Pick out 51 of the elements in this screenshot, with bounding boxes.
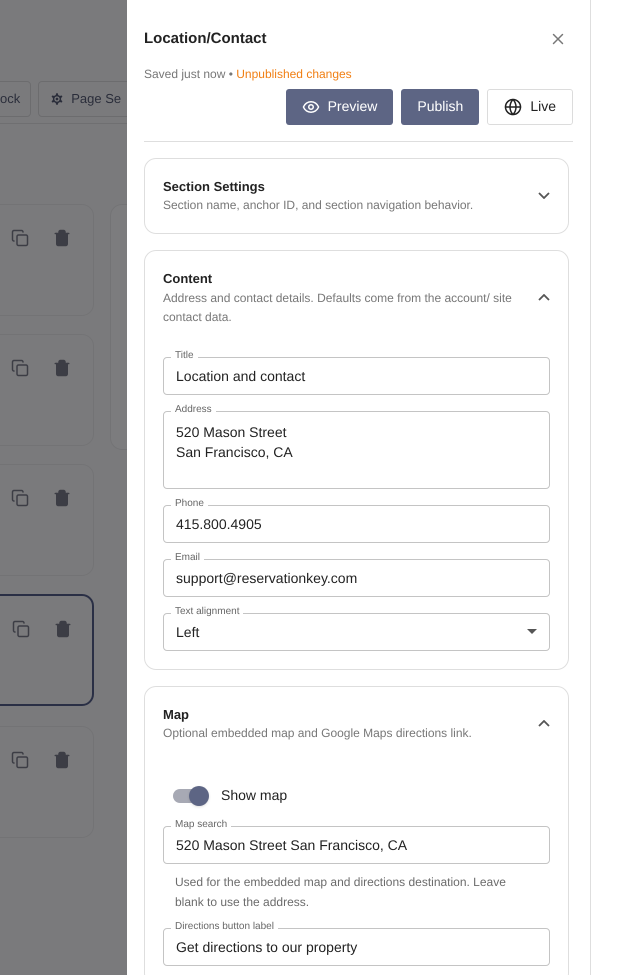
copy-icon[interactable] bbox=[11, 229, 29, 247]
section-description: Section name, anchor ID, and section navigation behavior. bbox=[163, 197, 474, 214]
trash-icon[interactable] bbox=[53, 751, 71, 769]
field-value: Location and contact bbox=[176, 366, 306, 386]
field-value: 415.800.4905 bbox=[176, 514, 263, 534]
dropdown-arrow-icon bbox=[527, 629, 537, 634]
section-header[interactable]: Content Address and contact details. Defaults come from the account/ site contact data. bbox=[163, 269, 550, 326]
gear-icon bbox=[49, 91, 66, 107]
chevron-down-icon bbox=[538, 192, 550, 200]
field-label: Map search bbox=[171, 818, 232, 832]
section-title: Content bbox=[163, 270, 214, 288]
field-value: 520 Mason Street San Francisco, CA bbox=[176, 836, 408, 855]
section-title: Section Settings bbox=[163, 178, 266, 196]
trash-icon[interactable] bbox=[53, 229, 71, 247]
input-field[interactable]: 520 Mason Street San Francisco, CA bbox=[163, 410, 550, 488]
trash-icon[interactable] bbox=[53, 489, 71, 507]
chevron-up-icon bbox=[538, 294, 550, 302]
show-map-switch[interactable] bbox=[171, 786, 209, 806]
copy-icon[interactable] bbox=[11, 751, 29, 769]
section-description: Optional embedded map and Google Maps directions link. bbox=[163, 725, 472, 742]
save-status: Saved just now • Unpublished changes bbox=[144, 66, 353, 82]
live-button[interactable]: Live bbox=[487, 88, 573, 124]
field-value: 520 Mason Street San Francisco, CA bbox=[176, 422, 294, 462]
field-value: support@reservationkey.com bbox=[176, 568, 358, 588]
publish-button[interactable]: Publish bbox=[401, 88, 480, 124]
copy-icon[interactable] bbox=[12, 620, 30, 638]
trash-icon[interactable] bbox=[54, 620, 72, 638]
block-card[interactable] bbox=[0, 594, 94, 706]
trash-icon[interactable] bbox=[53, 359, 71, 377]
section-description: Address and contact details. Defaults come from the account/ site contact data. bbox=[163, 290, 513, 326]
input-field[interactable]: 415.800.4905 bbox=[163, 504, 550, 542]
copy-icon[interactable] bbox=[11, 489, 29, 507]
helper-text: Used for the embedded map and directions destination. Leave blank to use the address. bbox=[174, 874, 507, 911]
globe-icon bbox=[504, 98, 522, 116]
section-header[interactable]: Section Settings Section name, anchor ID, and section navigation behavior. bbox=[163, 176, 550, 215]
field-value: Get directions to our property bbox=[176, 938, 358, 957]
field-label: Text alignment bbox=[171, 604, 244, 618]
block-card[interactable] bbox=[0, 204, 94, 316]
copy-icon[interactable] bbox=[11, 359, 29, 377]
preview-button[interactable]: Preview bbox=[286, 88, 394, 124]
field-value: Left bbox=[176, 622, 200, 642]
input-field[interactable]: support@reservationkey.com bbox=[163, 558, 550, 596]
block-card[interactable] bbox=[0, 334, 94, 446]
block-card[interactable] bbox=[0, 464, 94, 576]
block-card[interactable] bbox=[0, 726, 94, 838]
chevron-up-icon bbox=[538, 720, 550, 728]
section-header[interactable]: Map Optional embedded map and Google Maps directions link. bbox=[163, 704, 550, 743]
section-title: Map bbox=[163, 706, 190, 724]
switch-label: Show map bbox=[221, 786, 288, 805]
panel-title: Location/Contact bbox=[144, 29, 266, 49]
input-field[interactable]: Location and contact bbox=[163, 356, 550, 394]
